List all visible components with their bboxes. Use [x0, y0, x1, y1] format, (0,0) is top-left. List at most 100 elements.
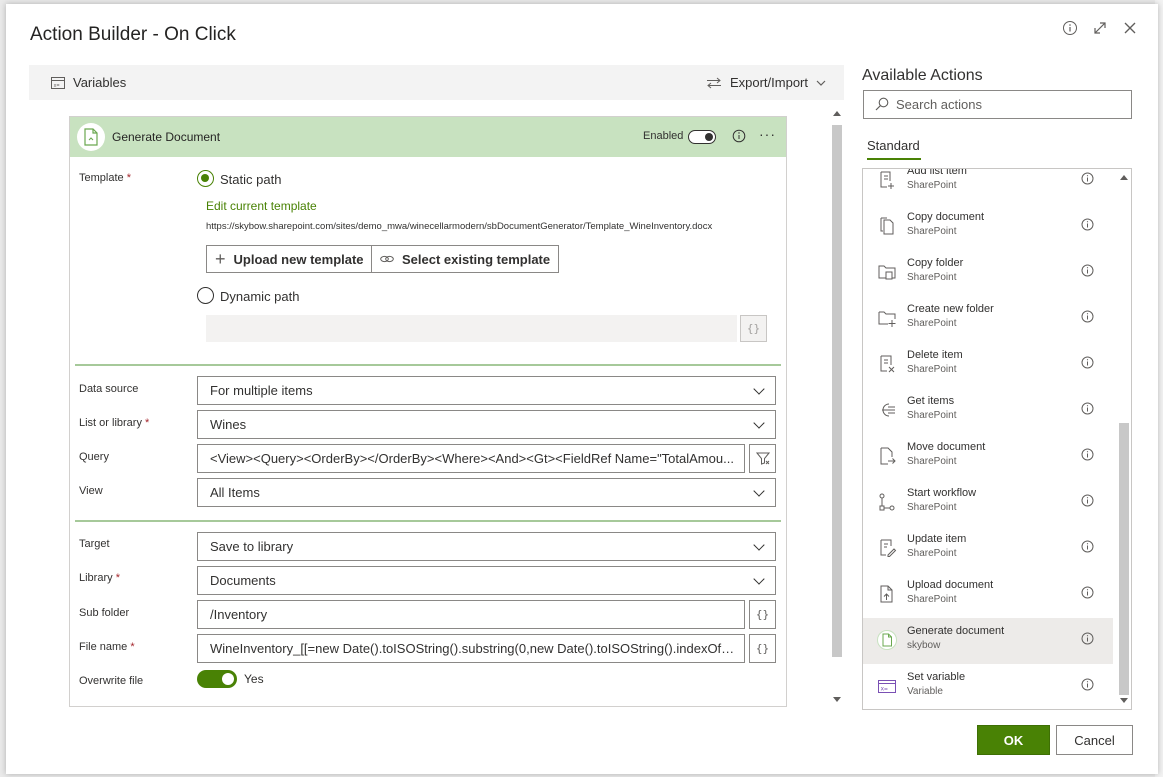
- dynamic-path-input: [206, 315, 737, 342]
- scroll-down-arrow[interactable]: [1120, 698, 1128, 703]
- action-source: SharePoint: [907, 410, 957, 421]
- section-divider: [75, 520, 781, 522]
- list-item[interactable]: x= Set variable Variable: [863, 664, 1113, 709]
- required-mark: *: [115, 572, 120, 584]
- action-card-header[interactable]: Generate Document Enabled ···: [70, 117, 786, 157]
- template-label-text: Template: [79, 172, 124, 184]
- info-icon[interactable]: [1081, 540, 1094, 553]
- info-icon[interactable]: [1081, 586, 1094, 599]
- info-icon[interactable]: [1081, 678, 1094, 691]
- scrollbar-thumb[interactable]: [832, 125, 842, 657]
- filename-label-text: File name: [79, 641, 128, 653]
- subfolder-label: Sub folder: [79, 607, 130, 619]
- action-card-title: Generate Document: [112, 130, 221, 144]
- scroll-up-arrow[interactable]: [833, 111, 841, 116]
- action-source: skybow: [907, 640, 941, 651]
- filename-input[interactable]: WineInventory_[[=new Date().toISOString(…: [197, 634, 745, 663]
- list-item[interactable]: Upload document SharePoint: [863, 572, 1113, 618]
- close-icon[interactable]: [1122, 20, 1138, 36]
- filename-label: File name *: [79, 641, 135, 653]
- list-library-label-text: List or library: [79, 417, 142, 429]
- action-name: Get items: [907, 395, 955, 407]
- action-name: Upload document: [907, 579, 994, 591]
- info-icon[interactable]: [1081, 494, 1094, 507]
- info-icon[interactable]: [732, 129, 746, 143]
- more-options-button[interactable]: ···: [759, 126, 776, 142]
- ok-button[interactable]: OK: [977, 725, 1050, 755]
- select-template-label: Select existing template: [402, 251, 551, 267]
- copy-document-icon: [877, 216, 897, 236]
- builder-scroll-area: Generate Document Enabled ··· Template *…: [29, 105, 844, 708]
- list-item[interactable]: Update item SharePoint: [863, 526, 1113, 572]
- static-path-radio[interactable]: [197, 170, 214, 187]
- view-select[interactable]: All Items: [197, 478, 776, 507]
- export-import-button[interactable]: Export/Import: [706, 75, 826, 90]
- scroll-up-arrow[interactable]: [1120, 175, 1128, 180]
- enabled-toggle[interactable]: [688, 130, 716, 144]
- builder-scrollbar[interactable]: [830, 105, 844, 708]
- scrollbar-thumb[interactable]: [1119, 423, 1129, 695]
- info-icon[interactable]: [1081, 448, 1094, 461]
- filename-expression-button[interactable]: {}: [749, 634, 776, 663]
- data-source-select[interactable]: For multiple items: [197, 376, 776, 405]
- static-path-label: Static path: [220, 172, 282, 187]
- list-library-label: List or library *: [79, 417, 149, 429]
- library-select[interactable]: Documents: [197, 566, 776, 595]
- available-actions-panel: Available Actions Search actions Standar…: [862, 62, 1134, 710]
- section-divider: [75, 364, 781, 366]
- copy-folder-icon: [877, 262, 897, 282]
- subfolder-expression-button[interactable]: {}: [749, 600, 776, 629]
- builder-toolbar: x= Variables Export/Import: [29, 65, 844, 100]
- overwrite-toggle[interactable]: [197, 670, 237, 688]
- subfolder-input[interactable]: /Inventory: [197, 600, 745, 629]
- tab-underline: [867, 158, 921, 160]
- target-select[interactable]: Save to library: [197, 532, 776, 561]
- list-item[interactable]: Generate document skybow: [863, 618, 1113, 664]
- required-mark: *: [130, 641, 135, 653]
- plus-icon: +: [215, 249, 226, 269]
- list-item[interactable]: Get items SharePoint: [863, 388, 1113, 434]
- generate-document-icon: [77, 123, 105, 151]
- action-name: Generate document: [907, 625, 1005, 637]
- expand-icon[interactable]: [1092, 20, 1108, 36]
- list-library-select[interactable]: Wines: [197, 410, 776, 439]
- list-item[interactable]: Delete item SharePoint: [863, 342, 1113, 388]
- info-icon[interactable]: [1081, 632, 1094, 645]
- edit-template-link[interactable]: Edit current template: [206, 199, 317, 213]
- info-icon[interactable]: [1081, 264, 1094, 277]
- list-item[interactable]: Copy folder SharePoint: [863, 250, 1113, 296]
- swap-icon: [706, 77, 721, 88]
- dynamic-path-label: Dynamic path: [220, 289, 300, 304]
- list-item[interactable]: Add list item SharePoint: [863, 169, 1113, 204]
- template-url: https://skybow.sharepoint.com/sites/demo…: [206, 221, 713, 232]
- library-label: Library *: [79, 572, 120, 584]
- target-label: Target: [79, 538, 110, 550]
- tab-standard[interactable]: Standard: [867, 138, 920, 153]
- info-icon[interactable]: [1062, 20, 1078, 36]
- upload-template-button[interactable]: + Upload new template: [206, 245, 373, 273]
- list-item[interactable]: Start workflow SharePoint: [863, 480, 1113, 526]
- scroll-down-arrow[interactable]: [833, 697, 841, 702]
- action-name: Copy document: [907, 211, 985, 223]
- action-source: SharePoint: [907, 318, 957, 329]
- info-icon[interactable]: [1081, 402, 1094, 415]
- list-item[interactable]: Move document SharePoint: [863, 434, 1113, 480]
- overwrite-value: Yes: [244, 672, 264, 686]
- required-mark: *: [145, 417, 150, 429]
- cancel-button[interactable]: Cancel: [1056, 725, 1133, 755]
- query-filter-button[interactable]: [749, 444, 776, 473]
- select-template-button[interactable]: Select existing template: [371, 245, 560, 273]
- actions-scrollbar[interactable]: [1116, 169, 1131, 709]
- info-icon[interactable]: [1081, 218, 1094, 231]
- builder-pane: x= Variables Export/Import Generate Docu…: [29, 65, 844, 708]
- list-item[interactable]: Copy document SharePoint: [863, 204, 1113, 250]
- action-name: Create new folder: [907, 303, 994, 315]
- query-input[interactable]: <View><Query><OrderBy></OrderBy><Where><…: [197, 444, 745, 473]
- info-icon[interactable]: [1081, 356, 1094, 369]
- variables-button[interactable]: x= Variables: [51, 75, 126, 90]
- list-item[interactable]: Create new folder SharePoint: [863, 296, 1113, 342]
- search-actions-input[interactable]: Search actions: [863, 90, 1132, 119]
- info-icon[interactable]: [1081, 310, 1094, 323]
- dynamic-path-radio[interactable]: [197, 287, 214, 304]
- info-icon[interactable]: [1081, 172, 1094, 185]
